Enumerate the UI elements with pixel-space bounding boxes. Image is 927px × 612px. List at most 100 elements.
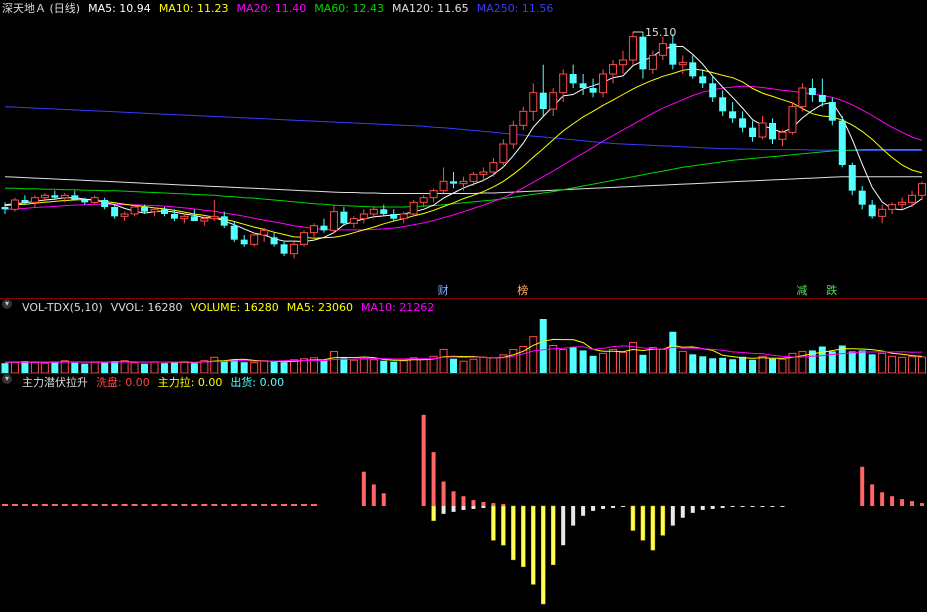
volume-bar	[818, 346, 826, 373]
volume-bar	[170, 362, 178, 373]
collapse-icon[interactable]: ▾	[2, 299, 12, 309]
ma-line-MA5	[4, 46, 923, 243]
out-bar	[680, 506, 685, 518]
volume-bar	[699, 356, 707, 373]
pull-bar	[660, 505, 666, 536]
volume-bar	[479, 356, 488, 373]
volume-bar	[210, 356, 219, 373]
event-marker-1[interactable]: 榜	[517, 284, 528, 297]
volume-bar	[709, 358, 717, 373]
candle-body	[141, 207, 149, 212]
out-bar	[471, 506, 476, 509]
candle-body	[499, 143, 508, 164]
ma-legend-item-4: MA120: 11.65	[391, 2, 469, 15]
vol-legend-item-3: MA5: 23060	[286, 301, 354, 314]
wash-bar	[221, 504, 228, 506]
event-marker-2[interactable]: 减	[796, 284, 807, 297]
out-bar	[720, 506, 725, 508]
wash-bar	[251, 504, 258, 506]
red-bar	[870, 484, 875, 506]
candle-body	[240, 239, 248, 245]
ma-legend-item-2: MA20: 11.40	[236, 2, 307, 15]
candle-body	[729, 111, 737, 119]
volume-bar	[21, 361, 29, 373]
wash-bar	[171, 504, 178, 506]
out-bar	[451, 506, 456, 512]
candle-body	[81, 200, 89, 203]
volume-bar	[778, 358, 787, 373]
ind-legend-item-1: 洗盘: 0.00	[96, 376, 150, 389]
volume-bar	[230, 359, 238, 373]
wash-bar	[261, 504, 268, 506]
volume-bar	[579, 350, 587, 373]
candle-body	[120, 213, 129, 217]
red-bar	[880, 492, 885, 506]
event-marker-3[interactable]: 跌	[826, 284, 837, 297]
candle-body	[479, 171, 488, 175]
red-bar	[431, 452, 436, 506]
volume-bar	[669, 331, 677, 373]
volume-bar	[10, 361, 19, 373]
wash-bar	[310, 504, 317, 506]
out-bar	[601, 506, 606, 509]
volume-bar	[908, 356, 917, 373]
volume-bar	[569, 347, 577, 373]
candle-body	[290, 243, 299, 255]
wash-bar	[61, 504, 68, 506]
ma-legend-item-0: MA5: 10.94	[88, 2, 151, 15]
candle-body	[300, 232, 309, 245]
wash-bar	[71, 504, 78, 506]
volume-chart[interactable]	[0, 317, 927, 373]
wash-bar	[131, 504, 138, 506]
out-bar	[740, 506, 745, 507]
volume-bar	[130, 362, 139, 373]
pull-bar	[511, 505, 516, 561]
out-bar	[760, 506, 765, 507]
volume-bar	[340, 358, 348, 373]
red-bar	[860, 466, 865, 506]
candle-body	[878, 208, 887, 217]
volume-bar	[769, 358, 776, 373]
volume-bar	[1, 363, 9, 373]
candle-body	[648, 54, 657, 70]
event-marker-0[interactable]: 财	[438, 284, 449, 297]
candle-body	[828, 102, 836, 121]
candle-body	[90, 197, 99, 203]
volume-bar	[120, 360, 129, 373]
volume-bar	[329, 350, 338, 373]
volume-bar	[141, 363, 149, 373]
candle-body	[459, 180, 468, 185]
volume-bar	[260, 360, 269, 373]
volume-bar	[280, 362, 288, 373]
volume-bar	[729, 359, 737, 373]
volume-bar	[539, 319, 547, 373]
out-bar	[481, 506, 486, 508]
volume-bar	[918, 356, 927, 373]
wash-bar	[91, 504, 98, 506]
wash-bar	[241, 504, 248, 506]
ma-line-MA250	[4, 106, 922, 151]
candle-body	[10, 199, 19, 210]
wash-bar	[231, 504, 238, 506]
wash-bar	[291, 504, 298, 506]
candle-body	[320, 225, 328, 231]
volume-bar	[40, 362, 49, 373]
candle-body	[170, 214, 178, 219]
volume-bar	[689, 354, 697, 373]
collapse-icon[interactable]: ▾	[2, 374, 12, 384]
volume-bar	[450, 358, 458, 373]
indicator-chart[interactable]	[0, 392, 927, 610]
volume-bar	[609, 348, 618, 373]
wash-bar	[271, 504, 278, 506]
vol-legend: ▾ VOL-TDX(5,10) VVOL: 16280 VOLUME: 16280 M…	[0, 299, 434, 317]
volume-bar	[758, 355, 767, 373]
price-chart[interactable]: 15.10	[0, 18, 927, 298]
out-bar	[561, 506, 566, 546]
ma-legend-item-3: MA60: 12.43	[314, 2, 384, 15]
volume-bar	[81, 363, 89, 373]
out-bar	[581, 506, 586, 516]
red-bar	[421, 414, 426, 506]
wash-bar	[281, 504, 288, 506]
candle-body	[309, 225, 318, 234]
candle-body	[439, 180, 448, 192]
